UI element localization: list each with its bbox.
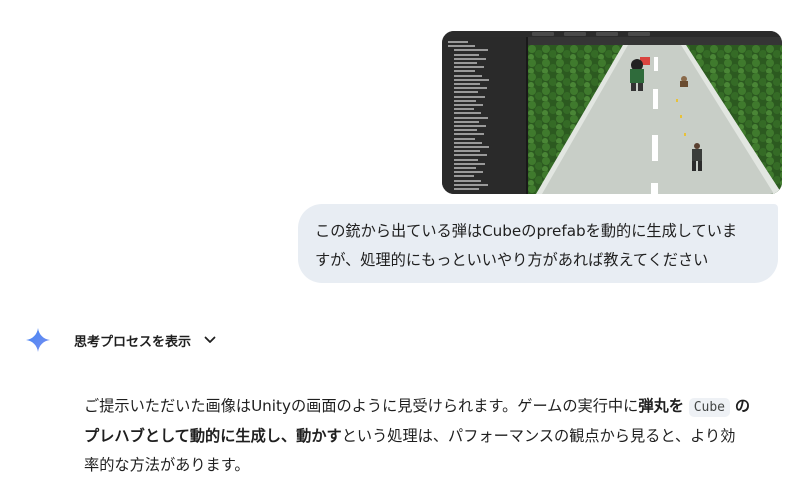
hierarchy-row [454, 95, 485, 98]
response-text: ご提示いただいた画像はUnityの画面のように見受けられます。ゲームの実行中に [84, 397, 639, 415]
hierarchy-row [454, 74, 482, 77]
hierarchy-row [454, 162, 485, 165]
response-bold: 弾丸を [638, 397, 684, 415]
hierarchy-row [454, 150, 480, 153]
chevron-down-icon [204, 336, 216, 343]
hierarchy-panel [442, 37, 528, 194]
hierarchy-row [454, 66, 484, 69]
game-scene-illustration [528, 45, 782, 194]
assistant-response: ご提示いただいた画像はUnityの画面のように見受けられます。ゲームの実行中に弾… [84, 392, 784, 480]
show-thinking-toggle[interactable]: 思考プロセスを表示 [74, 330, 217, 350]
game-view [528, 45, 782, 194]
response-line-3: 率的な方法があります。 [84, 456, 250, 474]
hierarchy-row [454, 129, 477, 132]
hierarchy-row [454, 57, 486, 60]
hierarchy-row [454, 112, 481, 115]
attached-screenshot[interactable] [442, 31, 782, 194]
hierarchy-row [454, 167, 476, 169]
hierarchy-row [454, 154, 487, 157]
hierarchy-row [454, 83, 480, 85]
hierarchy-row [454, 188, 479, 190]
user-message-line-2: すが、処理的にもっといいやり方があれば教えてください [315, 251, 709, 269]
response-text: という処理は、パフォーマンスの観点から見ると、より効 [341, 427, 736, 445]
inline-code: Cube [688, 398, 731, 417]
user-message-line-1: この銃から出ている弾はCubeのprefabを動的に生成していま [315, 222, 738, 240]
hierarchy-row [454, 49, 488, 52]
hierarchy-row [454, 146, 489, 148]
hierarchy-row [454, 108, 474, 111]
gemini-sparkle-icon [26, 328, 50, 352]
response-line-1: ご提示いただいた画像はUnityの画面のように見受けられます。ゲームの実行中に弾… [84, 392, 784, 422]
hierarchy-row [454, 158, 478, 161]
thinking-label: 思考プロセスを表示 [74, 334, 192, 350]
hierarchy-row [454, 125, 486, 127]
hierarchy-row [454, 183, 488, 186]
hierarchy-row [454, 175, 474, 178]
hierarchy-row [454, 87, 487, 90]
user-message-bubble: この銃から出ている弾はCubeのprefabを動的に生成していま すが、処理的に… [298, 204, 778, 283]
response-line-2: プレハブとして動的に生成し、動かすという処理は、パフォーマンスの観点から見ると、… [84, 422, 784, 451]
response-bold: の [734, 397, 751, 415]
hierarchy-row [454, 104, 483, 106]
hierarchy-row [448, 45, 475, 48]
game-view-toolbar [528, 37, 782, 45]
hierarchy-row [454, 53, 479, 56]
hierarchy-row [454, 141, 482, 144]
hierarchy-row [454, 78, 489, 81]
hierarchy-row [454, 133, 484, 136]
hierarchy-row [454, 171, 483, 174]
hierarchy-row [454, 179, 481, 182]
hierarchy-row [454, 70, 475, 73]
hierarchy-row [454, 99, 476, 102]
response-bold: プレハブとして動的に生成し、動かす [84, 427, 342, 445]
hierarchy-row [454, 137, 475, 140]
hierarchy-row [454, 91, 478, 94]
hierarchy-row [454, 116, 488, 119]
hierarchy-row [448, 41, 468, 43]
hierarchy-row [454, 120, 479, 123]
hierarchy-row [454, 62, 477, 64]
